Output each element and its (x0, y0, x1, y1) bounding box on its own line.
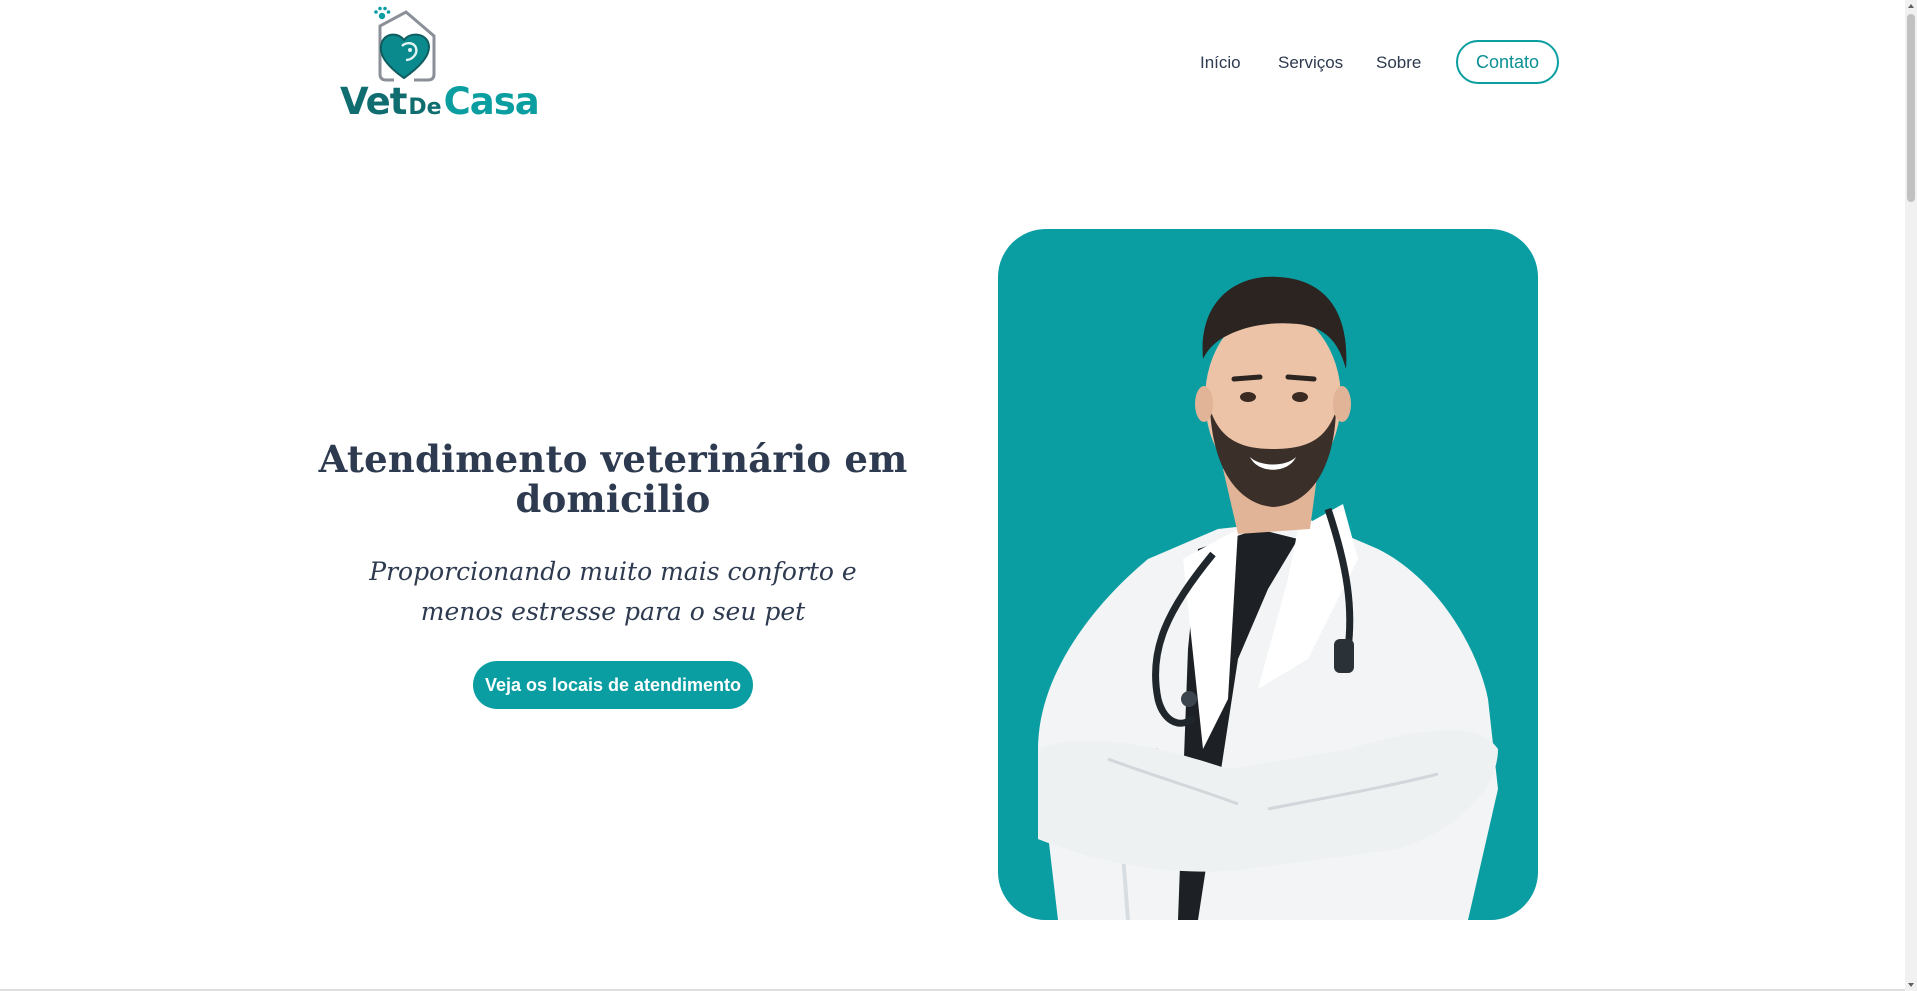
veterinarian-illustration (1038, 276, 1498, 920)
contact-button[interactable]: Contato (1456, 40, 1559, 84)
logo[interactable]: VetDeCasa (340, 6, 540, 123)
logo-wordmark: VetDeCasa (340, 80, 540, 123)
hero-title: Atendimento veterinário em domicilio (318, 437, 908, 521)
nav-link-inicio[interactable]: Início (1200, 53, 1241, 73)
scroll-up-icon[interactable] (1907, 2, 1915, 10)
logo-vet-text: Vet (340, 80, 407, 123)
service-locations-button[interactable]: Veja os locais de atendimento (473, 661, 753, 709)
hero-subtitle: Proporcionando muito mais conforto e men… (369, 557, 857, 626)
house-heart-icon (374, 6, 436, 82)
nav-link-servicos[interactable]: Serviços (1278, 53, 1343, 73)
vertical-scrollbar[interactable] (1905, 0, 1917, 991)
scroll-thumb[interactable] (1907, 14, 1915, 202)
page: VetDeCasa Início Serviços Sobre Contato … (0, 0, 1905, 991)
scroll-down-icon[interactable] (1907, 981, 1915, 989)
logo-casa-text: Casa (443, 80, 540, 123)
logo-de-text: De (408, 95, 442, 120)
nav-link-sobre[interactable]: Sobre (1376, 53, 1421, 73)
veterinarian-photo (998, 229, 1538, 920)
